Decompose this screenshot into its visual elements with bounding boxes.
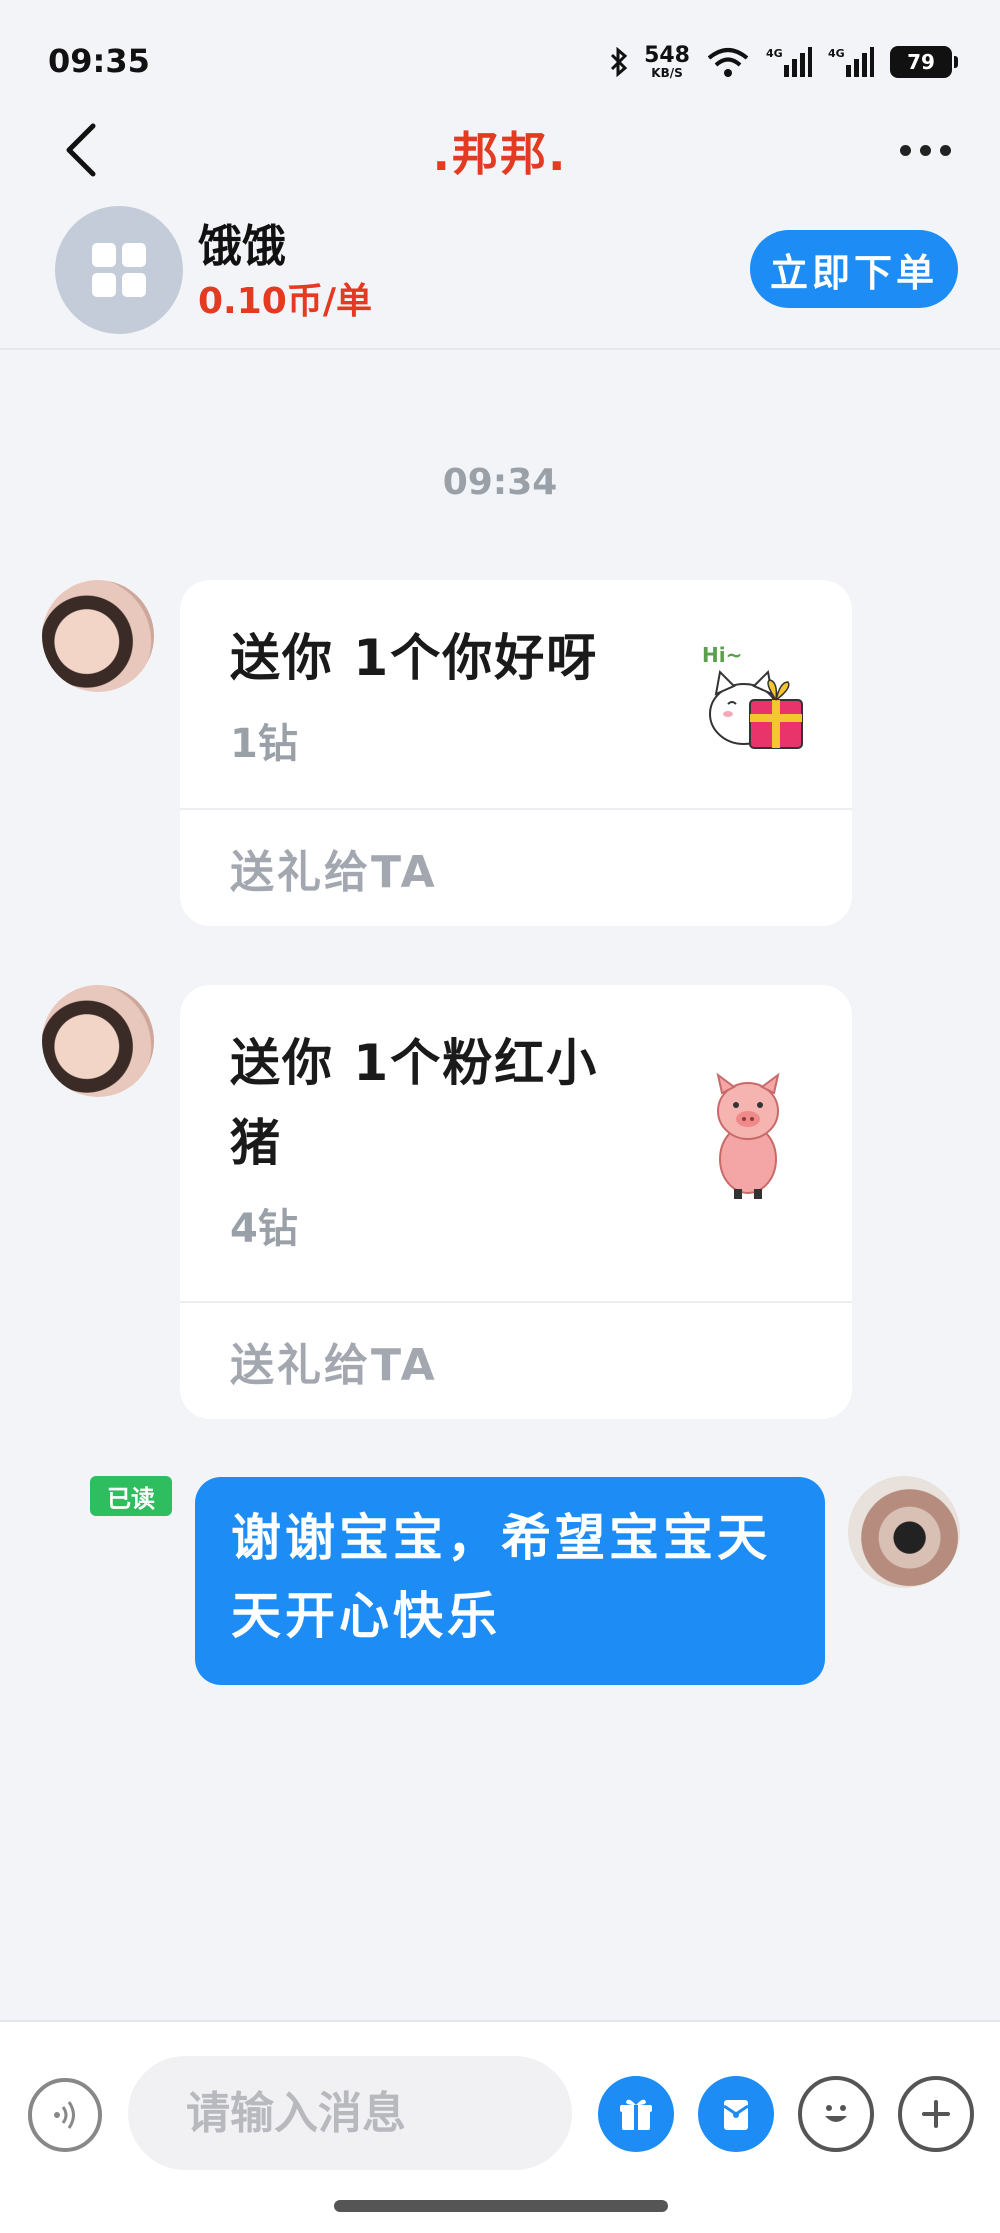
more-dot-icon bbox=[919, 144, 931, 156]
smiley-icon bbox=[825, 2105, 847, 2122]
voice-input-button[interactable] bbox=[28, 2078, 102, 2152]
signal-4g-icon-2: 4G bbox=[828, 45, 874, 79]
status-icons: 548 KB/S 4G 4G 79 bbox=[610, 42, 958, 82]
gift-button[interactable] bbox=[598, 2076, 674, 2152]
wifi-icon bbox=[706, 46, 750, 78]
chat-timestamp: 09:34 bbox=[442, 462, 558, 503]
message-input[interactable] bbox=[128, 2056, 572, 2170]
more-actions-button[interactable] bbox=[898, 2076, 974, 2152]
sender-avatar[interactable] bbox=[42, 580, 154, 692]
send-gift-button[interactable]: 送礼给TA bbox=[180, 810, 852, 926]
status-time: 09:35 bbox=[48, 42, 150, 80]
gift-title: 送你 1个粉红小猪 bbox=[230, 1034, 599, 1172]
svg-text:4G: 4G bbox=[766, 47, 783, 60]
profile-avatar[interactable] bbox=[55, 206, 183, 334]
red-packet-button[interactable] bbox=[698, 2076, 774, 2152]
more-options-button[interactable] bbox=[890, 120, 960, 180]
page-title: .邦邦. bbox=[432, 127, 568, 181]
signal-4g-icon: 4G bbox=[766, 45, 812, 79]
svg-text:4G: 4G bbox=[828, 47, 845, 60]
sender-avatar[interactable] bbox=[42, 985, 154, 1097]
more-dot-icon bbox=[899, 144, 911, 156]
emoji-button[interactable] bbox=[798, 2076, 874, 2152]
apps-grid-icon bbox=[92, 243, 146, 297]
network-speed-value: 548 bbox=[644, 43, 690, 68]
send-gift-button[interactable]: 送礼给TA bbox=[180, 1303, 852, 1419]
profile-name: 饿饿 bbox=[198, 221, 286, 272]
network-speed: 548 KB/S bbox=[644, 43, 690, 80]
status-bar: 09:35 548 KB/S 4G 4G 79 bbox=[0, 0, 1000, 100]
gift-message-card: 送你 1个粉红小猪 4钻 送礼给TA bbox=[180, 985, 852, 1419]
home-indicator[interactable] bbox=[334, 2200, 668, 2212]
more-dot-icon bbox=[939, 144, 951, 156]
network-speed-unit: KB/S bbox=[651, 66, 683, 80]
gift-price: 4钻 bbox=[230, 1206, 298, 1252]
profile-price: 0.10币/单 bbox=[198, 281, 372, 322]
plus-icon bbox=[922, 2100, 950, 2128]
my-message-bubble[interactable]: 谢谢宝宝，希望宝宝天天开心快乐 bbox=[195, 1477, 825, 1685]
bluetooth-icon bbox=[610, 47, 628, 77]
profile-header: 饿饿 0.10币/单 立即下单 bbox=[0, 200, 1000, 350]
read-status-badge: 已读 bbox=[90, 1476, 172, 1516]
nav-bar: .邦邦. bbox=[0, 100, 1000, 200]
gift-message-card: 送你 1个你好呀 1钻 Hi~ 送礼给TA bbox=[180, 580, 852, 926]
gift-icon bbox=[620, 2099, 652, 2130]
gift-title: 送你 1个你好呀 bbox=[230, 629, 599, 687]
voice-icon bbox=[54, 2101, 75, 2129]
cat-with-gift-icon: Hi~ bbox=[698, 642, 814, 758]
battery-icon: 79 bbox=[890, 46, 958, 78]
sticker-text: Hi~ bbox=[702, 643, 742, 667]
order-now-button[interactable]: 立即下单 bbox=[750, 230, 958, 308]
chat-screen: 09:35 548 KB/S 4G 4G 79 .邦邦. 饿饿 0.10币/单 … bbox=[0, 0, 1000, 2233]
my-avatar[interactable] bbox=[848, 1476, 960, 1588]
red-packet-icon bbox=[723, 2100, 749, 2130]
pink-pig-icon bbox=[708, 1071, 788, 1205]
